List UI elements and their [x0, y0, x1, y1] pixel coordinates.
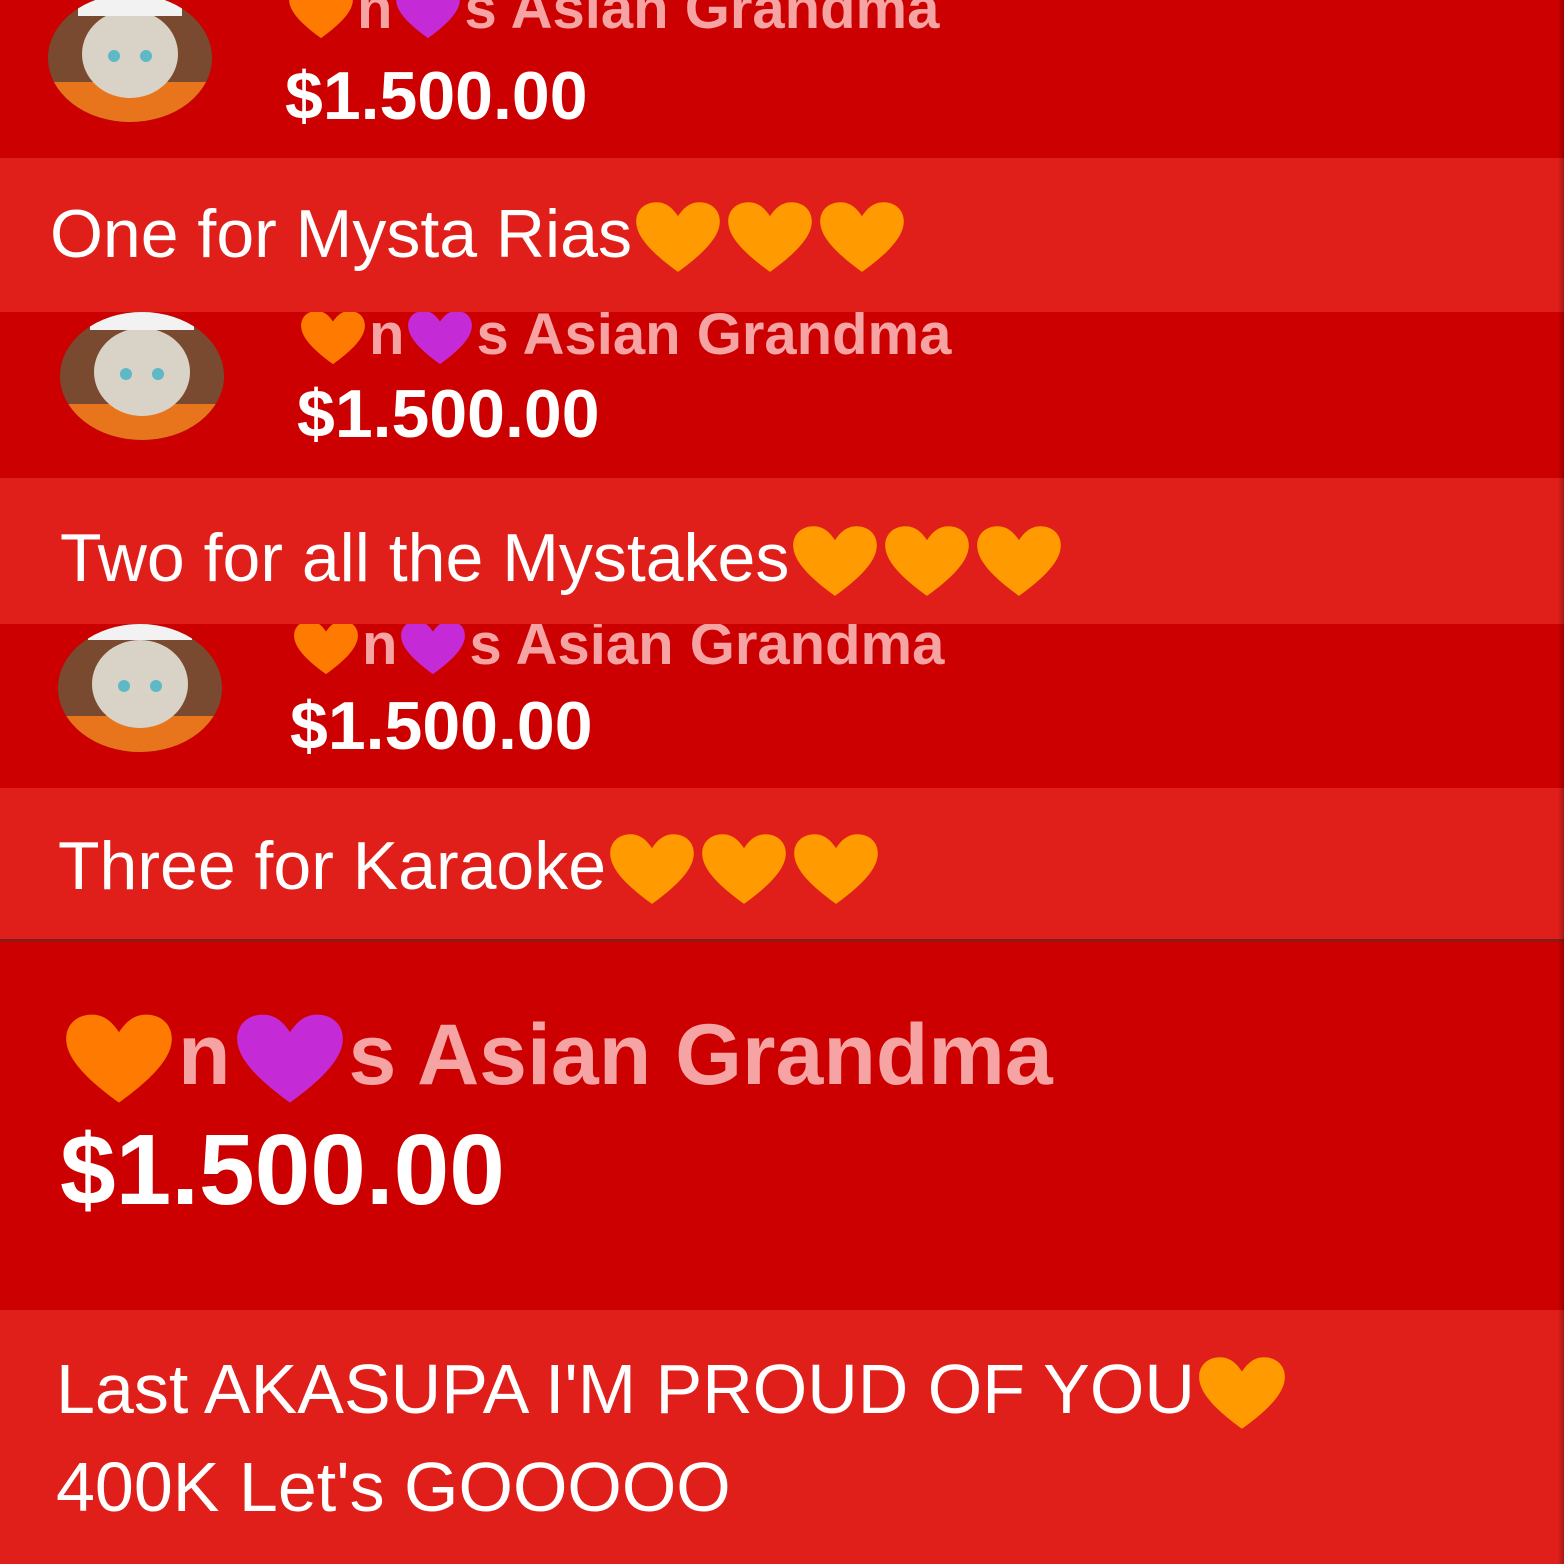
superchat-message-2: Two for all the Mystakes — [0, 478, 1564, 624]
message-label: Three for Karaoke — [58, 828, 607, 904]
message-text: Two for all the Mystakes — [60, 524, 1065, 601]
message-text: Last AKASUPA I'M PROUD OF YOU — [56, 1354, 1289, 1434]
orange-heart-icon — [61, 1013, 177, 1109]
donation-amount: $1.500.00 — [285, 58, 588, 134]
purple-heart-icon — [405, 312, 475, 368]
donor-name-part2: s Asian Grandma — [476, 312, 952, 367]
orange-heart-icon — [882, 525, 972, 601]
edge-shadow — [1558, 0, 1564, 1564]
orange-heart-icon — [790, 525, 880, 601]
message-text-line2: 400K Let's GOOOOO — [56, 1448, 731, 1526]
orange-heart-icon — [725, 201, 815, 277]
purple-heart-icon — [393, 0, 463, 42]
donor-name-part2: s Asian Grandma — [348, 1007, 1053, 1103]
superchat-header-4: ns Asian Grandma $1.500.00 — [0, 942, 1564, 1310]
message-label: Two for all the Mystakes — [60, 520, 790, 596]
purple-heart-icon — [232, 1013, 348, 1109]
purple-heart-icon — [398, 624, 468, 678]
orange-heart-icon — [286, 0, 356, 42]
orange-heart-icon — [298, 312, 368, 368]
avatar — [58, 624, 222, 752]
donation-amount: $1.500.00 — [290, 688, 593, 764]
superchat-collage: n s Asian Grandma $1.500.00 One for Mysta… — [0, 0, 1564, 1564]
avatar — [60, 312, 224, 440]
donor-name: n s Asian Grandma — [285, 0, 939, 42]
donor-name-part1: n — [178, 1007, 231, 1103]
orange-heart-icon — [1196, 1356, 1288, 1434]
orange-heart-icon — [791, 833, 881, 909]
avatar — [48, 0, 212, 122]
orange-heart-icon — [974, 525, 1064, 601]
message-label-line1: Last AKASUPA I'M PROUD OF YOU — [56, 1350, 1195, 1428]
donor-name-part2: s Asian Grandma — [469, 624, 945, 677]
superchat-header-2: n s Asian Grandma $1.500.00 — [0, 312, 1564, 478]
superchat-message-3: Three for Karaoke — [0, 788, 1564, 940]
donation-amount: $1.500.00 — [297, 376, 600, 452]
message-text: One for Mysta Rias — [50, 200, 908, 277]
donor-name: n s Asian Grandma — [297, 312, 951, 368]
donor-name-part1: n — [357, 0, 393, 41]
orange-heart-icon — [699, 833, 789, 909]
donor-name-part1: n — [362, 624, 398, 677]
superchat-message-1: One for Mysta Rias — [0, 158, 1564, 312]
orange-heart-icon — [633, 201, 723, 277]
donor-name: ns Asian Grandma — [60, 1012, 1053, 1109]
superchat-message-4: Last AKASUPA I'M PROUD OF YOU 400K Let's… — [0, 1310, 1564, 1564]
orange-heart-icon — [817, 201, 907, 277]
orange-heart-icon — [291, 624, 361, 678]
message-text: Three for Karaoke — [58, 832, 882, 909]
donor-name-part1: n — [369, 312, 405, 367]
donor-name-part2: s Asian Grandma — [464, 0, 940, 41]
superchat-header-3: n s Asian Grandma $1.500.00 — [0, 624, 1564, 788]
orange-heart-icon — [607, 833, 697, 909]
message-label: One for Mysta Rias — [50, 196, 632, 272]
donation-amount: $1.500.00 — [60, 1114, 505, 1226]
donor-name: n s Asian Grandma — [290, 624, 944, 678]
superchat-header-1: n s Asian Grandma $1.500.00 — [0, 0, 1564, 158]
